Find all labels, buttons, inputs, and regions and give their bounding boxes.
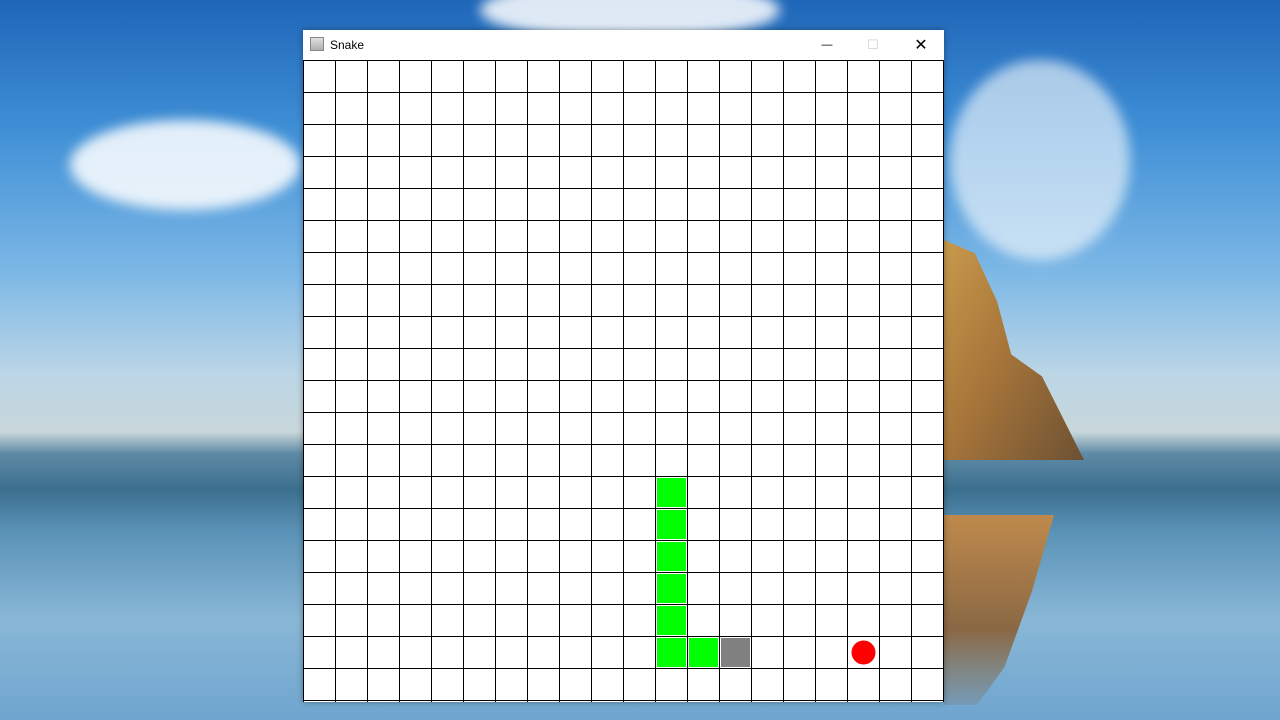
snake-window: Snake — ☐ ✕ [303,30,944,702]
minimize-button[interactable]: — [804,30,850,60]
wallpaper-cloud [950,60,1130,260]
snake-body-segment [657,542,686,571]
snake-body-segment [657,606,686,635]
game-board-canvas [303,60,944,702]
food-apple [851,640,876,665]
close-icon: ✕ [914,37,928,54]
snake-body-segment [657,574,686,603]
snake-head [721,638,750,667]
maximize-icon: ☐ [867,37,879,52]
minimize-icon: — [821,39,833,51]
window-titlebar[interactable]: Snake — ☐ ✕ [303,30,944,60]
snake-body-segment [689,638,718,667]
snake-body-segment [657,510,686,539]
maximize-button: ☐ [850,30,896,60]
wallpaper-cloud [70,120,300,210]
close-button[interactable]: ✕ [898,30,944,60]
snake-body-segment [657,638,686,667]
snake-body-segment [657,478,686,507]
java-app-icon [310,37,324,51]
wallpaper-cliff [944,240,1084,460]
game-board[interactable] [303,60,944,702]
wallpaper-cliff-reflection [944,515,1054,705]
window-title: Snake [330,38,365,52]
